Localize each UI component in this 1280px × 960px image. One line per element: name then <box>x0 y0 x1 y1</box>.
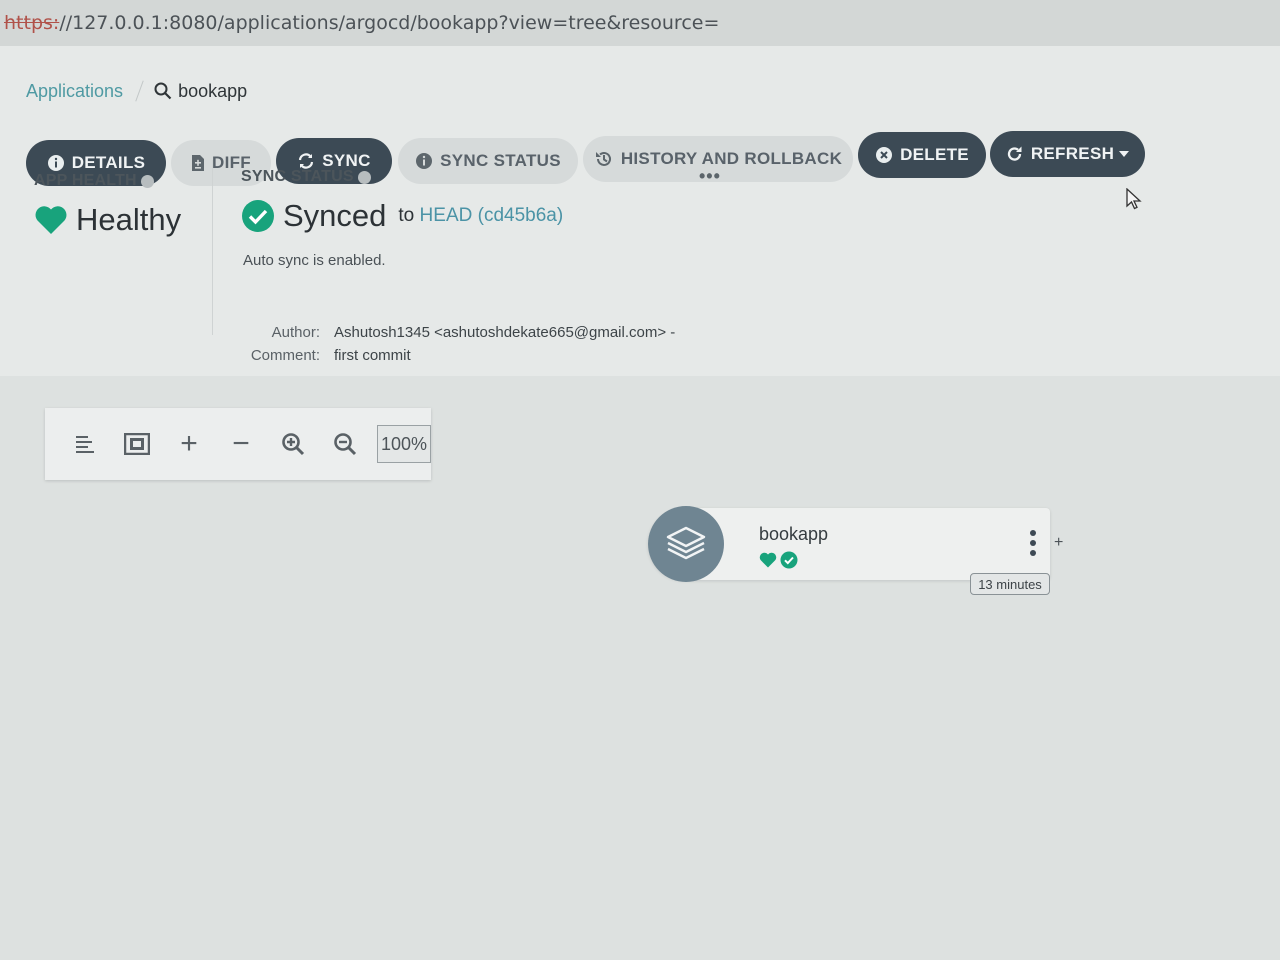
mouse-cursor-icon <box>1126 188 1142 210</box>
fit-to-screen-icon[interactable] <box>111 424 163 464</box>
app-health-section: APP HEALTH Healthy <box>34 172 181 238</box>
sync-status-row: Synced to HEAD (cd45b6a) <box>241 198 563 234</box>
search-icon <box>154 82 172 100</box>
section-divider <box>212 160 213 335</box>
help-icon[interactable] <box>357 170 371 184</box>
expand-node-icon[interactable]: + <box>1054 534 1063 552</box>
minus-icon[interactable]: − <box>215 424 267 464</box>
info-icon <box>47 154 65 172</box>
heart-icon <box>35 206 67 234</box>
app-node-name: bookapp <box>759 524 829 544</box>
auto-sync-note: Auto sync is enabled. <box>243 252 386 269</box>
plus-icon[interactable]: + <box>163 424 215 464</box>
more-options-icon[interactable]: ••• <box>699 166 721 187</box>
check-circle-icon <box>780 551 798 569</box>
app-health-status: Healthy <box>34 202 181 238</box>
url-path: //127.0.0.1:8080/applications/argocd/boo… <box>59 12 720 34</box>
app-node-status <box>759 551 798 569</box>
address-bar[interactable]: https://127.0.0.1:8080/applications/argo… <box>0 0 1280 46</box>
graph-toolbar: + − 100% <box>45 408 431 480</box>
refresh-label: REFRESH <box>1030 144 1115 163</box>
revision-link[interactable]: HEAD (cd45b6a) <box>420 205 564 226</box>
help-icon[interactable] <box>140 174 154 188</box>
details-label: DETAILS <box>71 153 146 172</box>
file-diff-icon <box>191 154 205 172</box>
app-node[interactable]: bookapp <box>648 506 1050 582</box>
author-label: Author: <box>271 324 320 341</box>
node-menu-icon[interactable] <box>1030 530 1036 556</box>
minus-glyph: − <box>232 427 250 460</box>
zoom-level-field[interactable]: 100% <box>377 425 431 463</box>
sync-status-title-text: SYNC STATUS <box>241 168 354 185</box>
zoom-in-icon[interactable] <box>267 424 319 464</box>
app-health-title-text: APP HEALTH <box>34 172 137 189</box>
node-age-badge: 13 minutes <box>970 573 1050 595</box>
breadcrumb: Applications bookapp <box>26 80 247 102</box>
comment-value: first commit <box>334 347 411 364</box>
sync-status-title: SYNC STATUS <box>241 168 563 186</box>
breadcrumb-separator <box>135 80 144 102</box>
app-node-icon-badge <box>648 506 724 582</box>
author-value: Ashutosh1345 <ashutoshdekate665@gmail.co… <box>334 324 676 341</box>
check-circle-icon <box>242 200 274 232</box>
layers-icon <box>666 526 706 560</box>
sync-to-label: to <box>398 205 415 226</box>
comment-label: Comment: <box>250 347 320 364</box>
heart-icon <box>759 552 777 568</box>
history-icon <box>594 149 614 169</box>
zoom-out-icon[interactable] <box>319 424 371 464</box>
url-scheme: https: <box>4 12 60 34</box>
app-health-value: Healthy <box>76 202 182 237</box>
align-left-icon[interactable] <box>59 424 111 464</box>
delete-button[interactable]: DELETE <box>858 132 986 178</box>
plus-glyph: + <box>180 427 198 460</box>
breadcrumb-current[interactable]: bookapp <box>154 81 247 102</box>
refresh-button[interactable]: REFRESH <box>990 131 1145 177</box>
comment-row: Comment: first commit <box>246 347 411 364</box>
sync-target: to HEAD (cd45b6a) <box>398 205 563 227</box>
history-label: HISTORY AND ROLLBACK <box>620 149 843 168</box>
caret-down-icon[interactable] <box>1119 151 1130 157</box>
app-health-title: APP HEALTH <box>34 172 181 190</box>
sync-status-section: SYNC STATUS Synced to HEAD (cd45b6a) <box>241 168 563 234</box>
breadcrumb-applications-link[interactable]: Applications <box>26 81 123 102</box>
refresh-icon <box>1006 145 1024 163</box>
delete-label: DELETE <box>900 145 969 164</box>
breadcrumb-app-name: bookapp <box>178 80 248 101</box>
close-circle-icon <box>875 146 893 164</box>
author-row: Author: Ashutosh1345 <ashutoshdekate665@… <box>246 324 676 341</box>
sync-status-value: Synced <box>283 198 387 233</box>
